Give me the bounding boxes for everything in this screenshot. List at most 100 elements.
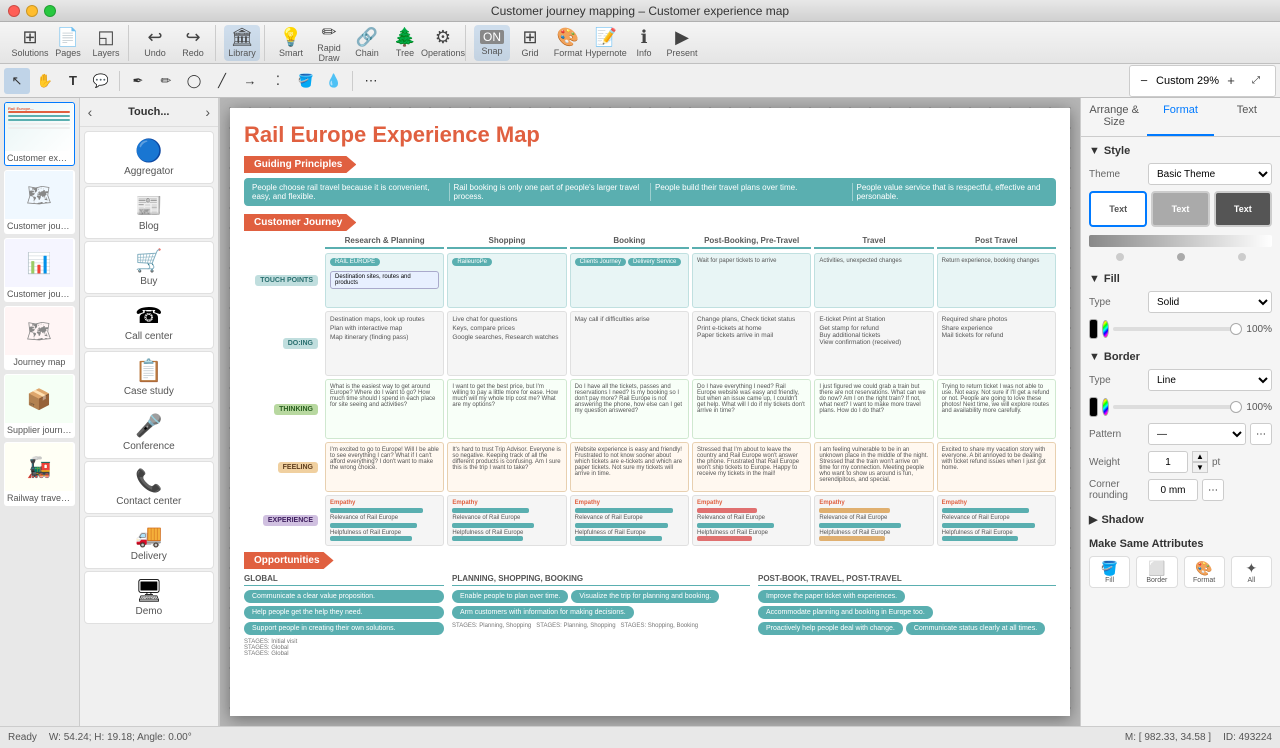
present-button[interactable]: ▶ Present bbox=[664, 25, 700, 61]
style-dot-3 bbox=[1238, 253, 1246, 261]
grid-button[interactable]: ⊞ Grid bbox=[512, 25, 548, 61]
fill-color-wheel[interactable] bbox=[1102, 320, 1110, 338]
canvas-background[interactable]: Rail Europe Experience Map Guiding Princ… bbox=[220, 98, 1080, 726]
fill-section-header[interactable]: ▼ Fill bbox=[1089, 273, 1272, 285]
pencil-tool[interactable]: ✏ bbox=[153, 68, 179, 94]
theme-btn-mid[interactable]: Text bbox=[1151, 191, 1209, 227]
fill-type-select[interactable]: Solid bbox=[1148, 291, 1272, 313]
border-opacity-slider[interactable] bbox=[1113, 405, 1242, 409]
hand-tool[interactable]: ✋ bbox=[32, 68, 58, 94]
corner-rounding-input[interactable] bbox=[1148, 479, 1198, 501]
corner-more-button[interactable]: ⋯ bbox=[1202, 479, 1224, 501]
smart-button[interactable]: 💡 Smart bbox=[273, 25, 309, 61]
border-color-wheel[interactable] bbox=[1102, 398, 1110, 416]
lib-item-case-study[interactable]: 📋 Case study bbox=[84, 351, 214, 404]
library-prev-button[interactable]: ‹ bbox=[84, 102, 97, 122]
pen-tool[interactable]: ✒ bbox=[125, 68, 151, 94]
shape-tool[interactable]: ◯ bbox=[181, 68, 207, 94]
thumb-railway[interactable]: 🚂 Railway travel CJ... bbox=[4, 442, 75, 506]
tab-arrange-size[interactable]: Arrange & Size bbox=[1081, 98, 1147, 136]
canvas-area[interactable]: Rail Europe Experience Map Guiding Princ… bbox=[220, 98, 1080, 726]
chain-button[interactable]: 🔗 Chain bbox=[349, 25, 385, 61]
border-pattern-select[interactable]: — --- ··· bbox=[1148, 423, 1246, 445]
make-same-border-button[interactable]: ⬜ Border bbox=[1136, 556, 1177, 588]
zoom-out-button[interactable]: − bbox=[1136, 73, 1152, 89]
library-button[interactable]: 🏛 Library bbox=[224, 25, 260, 61]
theme-select[interactable]: Basic Theme bbox=[1148, 163, 1272, 185]
lib-item-contact-center[interactable]: 📞 Contact center bbox=[84, 461, 214, 514]
arrow-tool[interactable]: → bbox=[237, 68, 263, 94]
fill-opacity-slider[interactable] bbox=[1113, 327, 1242, 331]
solutions-button[interactable]: ⊞ Solutions bbox=[12, 25, 48, 61]
lib-item-conference[interactable]: 🎤 Conference bbox=[84, 406, 214, 459]
experience-pre-travel: Empathy Relevance of Rail Europe Helpful… bbox=[692, 495, 811, 546]
lib-item-buy[interactable]: 🛒 Buy bbox=[84, 241, 214, 294]
thumb-journey-map[interactable]: 🗺 Journey map bbox=[4, 306, 75, 370]
spray-tool[interactable]: ⁚ bbox=[265, 68, 291, 94]
zoom-in-button[interactable]: + bbox=[1223, 73, 1239, 89]
theme-btn-light[interactable]: Text bbox=[1089, 191, 1147, 227]
thumb-customer-journey[interactable]: 🗺 Customer journey map bbox=[4, 170, 75, 234]
minimize-button[interactable] bbox=[26, 5, 38, 17]
shadow-section-header[interactable]: ▶ Shadow bbox=[1089, 513, 1272, 526]
experience-tag: EXPERIENCE bbox=[263, 515, 318, 526]
paint-tool[interactable]: 🪣 bbox=[293, 68, 319, 94]
format-button[interactable]: 🎨 Format bbox=[550, 25, 586, 61]
note-tool[interactable]: 💬 bbox=[88, 68, 114, 94]
line-tool[interactable]: ╱ bbox=[209, 68, 235, 94]
tab-text[interactable]: Text bbox=[1214, 98, 1280, 136]
weight-up-button[interactable]: ▲ bbox=[1192, 451, 1208, 462]
weight-down-button[interactable]: ▼ bbox=[1192, 462, 1208, 473]
layers-button[interactable]: ◱ Layers bbox=[88, 25, 124, 61]
eyedropper-tool[interactable]: 💧 bbox=[321, 68, 347, 94]
opp-postbook-group: POST-BOOK, TRAVEL, POST-TRAVEL Improve t… bbox=[758, 574, 1056, 657]
snap-button[interactable]: ON Snap bbox=[474, 25, 510, 61]
lib-item-demo[interactable]: 🖥 Demo bbox=[84, 571, 214, 624]
close-button[interactable] bbox=[8, 5, 20, 17]
make-same-format-button[interactable]: 🎨 Format bbox=[1184, 556, 1225, 588]
library-next-button[interactable]: › bbox=[201, 102, 214, 122]
border-type-row: Type Line bbox=[1089, 369, 1272, 391]
info-button[interactable]: ℹ Info bbox=[626, 25, 662, 61]
lib-item-call-center[interactable]: ☎ Call center bbox=[84, 296, 214, 349]
thumb-cj3[interactable]: 📊 Customer journey ... bbox=[4, 238, 75, 302]
tree-button[interactable]: 🌲 Tree bbox=[387, 25, 423, 61]
make-same-fill-button[interactable]: 🪣 Fill bbox=[1089, 556, 1130, 588]
thinking-pre-travel: Do I have everything I need? Rail Europe… bbox=[692, 379, 811, 439]
fit-button[interactable]: ⤢ bbox=[1243, 68, 1269, 94]
tab-format[interactable]: Format bbox=[1147, 98, 1213, 136]
pages-button[interactable]: 📄 Pages bbox=[50, 25, 86, 61]
select-tool[interactable]: ↖ bbox=[4, 68, 30, 94]
thumb-supplier[interactable]: 📦 Supplier journey map bbox=[4, 374, 75, 438]
diagram-canvas[interactable]: Rail Europe Experience Map Guiding Princ… bbox=[230, 108, 1070, 716]
rapid-draw-button[interactable]: ✏ Rapid Draw bbox=[311, 25, 347, 61]
undo-button[interactable]: ↩ Undo bbox=[137, 25, 173, 61]
style-section-header[interactable]: ▼ Style bbox=[1089, 145, 1272, 157]
redo-button[interactable]: ↪ Redo bbox=[175, 25, 211, 61]
thumbnail-list[interactable]: Rail Europe... Customer experi... 🗺 bbox=[0, 98, 80, 726]
hypernote-button[interactable]: 📝 Hypernote bbox=[588, 25, 624, 61]
operations-button[interactable]: ⚙ Operations bbox=[425, 25, 461, 61]
lib-item-delivery[interactable]: 🚚 Delivery bbox=[84, 516, 214, 569]
border-weight-input[interactable] bbox=[1148, 451, 1188, 473]
border-type-select[interactable]: Line bbox=[1148, 369, 1272, 391]
more-tool[interactable]: ⋯ bbox=[358, 68, 384, 94]
text-tool[interactable]: T bbox=[60, 68, 86, 94]
border-section-header[interactable]: ▼ Border bbox=[1089, 351, 1272, 363]
thumb-customer-experience[interactable]: Rail Europe... Customer experi... bbox=[4, 102, 75, 166]
make-same-format-label: Format bbox=[1193, 577, 1215, 584]
theme-btn-dark[interactable]: Text bbox=[1214, 191, 1272, 227]
fill-chevron-icon: ▼ bbox=[1089, 273, 1100, 285]
make-same-all-button[interactable]: ✦ All bbox=[1231, 556, 1272, 588]
border-pattern-more[interactable]: ⋯ bbox=[1250, 423, 1272, 445]
make-same-border-label: Border bbox=[1146, 577, 1167, 584]
thumb-preview-2: 🗺 bbox=[5, 171, 73, 219]
lib-item-aggregator[interactable]: 🔵 Aggregator bbox=[84, 131, 214, 184]
lib-item-blog[interactable]: 📰 Blog bbox=[84, 186, 214, 239]
opportunities-label: Opportunities bbox=[244, 552, 334, 569]
maximize-button[interactable] bbox=[44, 5, 56, 17]
demo-icon: 🖥 bbox=[135, 578, 163, 604]
window-controls[interactable] bbox=[8, 5, 56, 17]
fill-color-swatch[interactable] bbox=[1089, 319, 1098, 339]
border-color-swatch[interactable] bbox=[1089, 397, 1098, 417]
